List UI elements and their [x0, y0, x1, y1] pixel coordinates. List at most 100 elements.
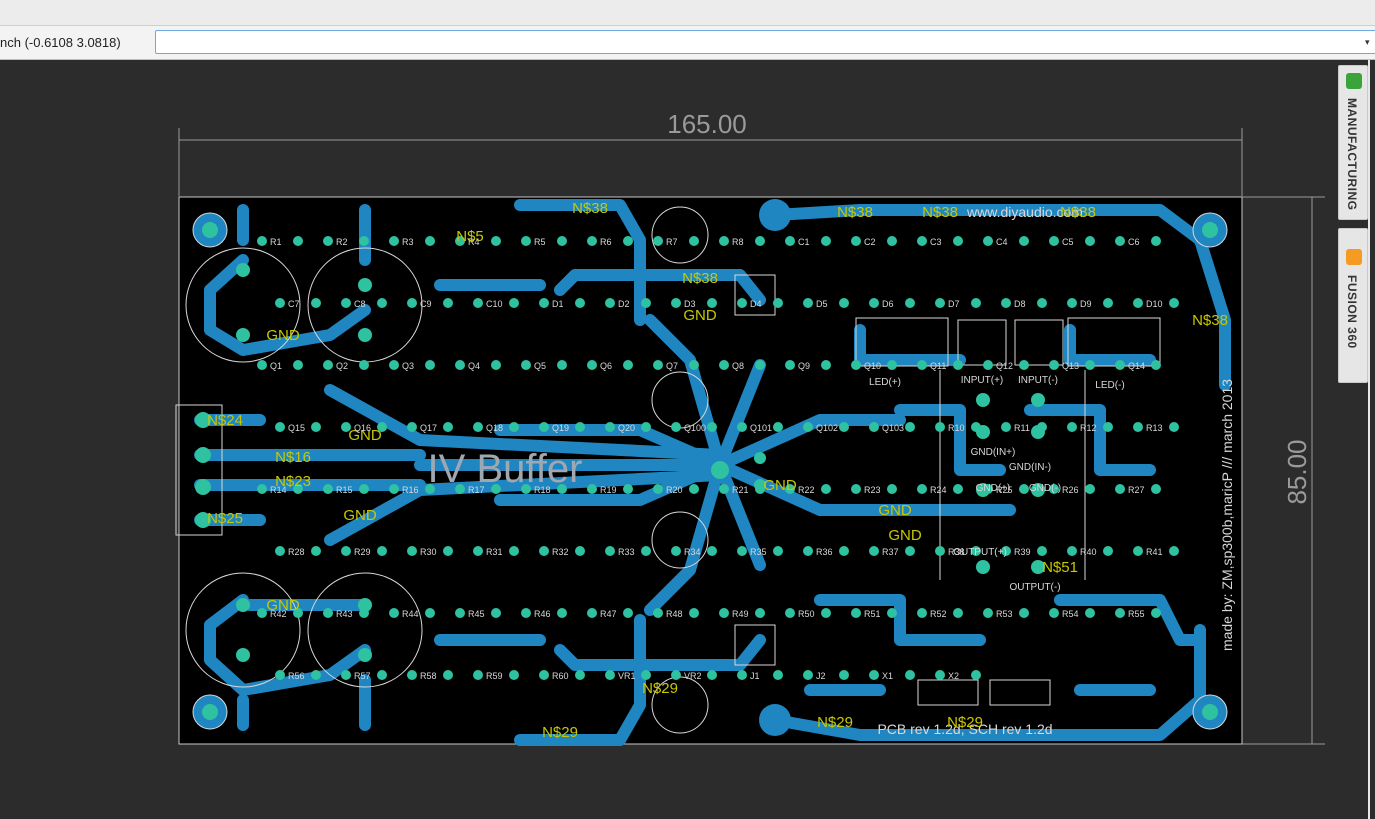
component-label: C8 — [354, 299, 366, 309]
component-pad — [1085, 484, 1095, 494]
component-pad — [707, 670, 717, 680]
component-pad — [773, 422, 783, 432]
component-label: Q10 — [864, 361, 881, 371]
component-label: Q8 — [732, 361, 744, 371]
component-label: R10 — [948, 423, 965, 433]
component-pad — [737, 422, 747, 432]
fusion-label: FUSION 360 — [1345, 275, 1359, 349]
net-label: N$29 — [817, 714, 853, 731]
component-pad — [1067, 546, 1077, 556]
fusion-panel-tab[interactable]: FUSION 360 — [1338, 228, 1368, 383]
component-pad — [521, 236, 531, 246]
component-pad — [953, 608, 963, 618]
component-pad — [257, 484, 267, 494]
component-pad — [587, 484, 597, 494]
component-pad — [917, 360, 927, 370]
component-pad — [839, 546, 849, 556]
net-label: N$24 — [207, 412, 243, 429]
board-canvas[interactable]: 165.00 85.00 IV Buffer www.diyaudio.com … — [0, 60, 1375, 819]
component-label: R6 — [600, 237, 612, 247]
component-pad — [311, 298, 321, 308]
component-label: R15 — [336, 485, 353, 495]
component-pad — [707, 546, 717, 556]
component-pad — [641, 546, 651, 556]
component-pad — [323, 484, 333, 494]
net-label: GND — [683, 307, 717, 324]
component-pad — [1103, 298, 1113, 308]
component-pad — [851, 360, 861, 370]
component-pad — [275, 298, 285, 308]
component-label: R55 — [1128, 609, 1145, 619]
component-pad — [821, 360, 831, 370]
component-pad — [1133, 298, 1143, 308]
component-pad — [755, 360, 765, 370]
component-pad — [473, 546, 483, 556]
component-label: R58 — [420, 671, 437, 681]
component-pad — [1169, 422, 1179, 432]
component-label: C10 — [486, 299, 503, 309]
component-pad — [491, 236, 501, 246]
component-pad — [1133, 422, 1143, 432]
panel-divider — [1368, 60, 1370, 819]
net-label: N$16 — [275, 449, 311, 466]
component-pad — [671, 422, 681, 432]
component-pad — [1037, 546, 1047, 556]
component-label: R60 — [552, 671, 569, 681]
component-pad — [1049, 608, 1059, 618]
component-pad — [605, 546, 615, 556]
component-pad — [359, 608, 369, 618]
component-pad — [917, 236, 927, 246]
component-label: VR1 — [618, 671, 636, 681]
component-pad — [1115, 484, 1125, 494]
component-pad — [719, 236, 729, 246]
component-pad — [1151, 360, 1161, 370]
chevron-down-icon[interactable]: ▾ — [1365, 37, 1370, 48]
component-label: D8 — [1014, 299, 1026, 309]
component-pad — [275, 670, 285, 680]
component-label: D10 — [1146, 299, 1163, 309]
component-label: R54 — [1062, 609, 1079, 619]
component-pad — [935, 298, 945, 308]
component-pad — [971, 298, 981, 308]
component-pad — [869, 422, 879, 432]
component-pad — [389, 236, 399, 246]
component-pad — [1103, 422, 1113, 432]
component-pad — [935, 670, 945, 680]
component-pad — [1115, 608, 1125, 618]
component-pad — [377, 670, 387, 680]
component-pad — [785, 608, 795, 618]
component-label: D3 — [684, 299, 696, 309]
manufacturing-panel-tab[interactable]: MANUFACTURING — [1338, 65, 1368, 220]
component-label: Q6 — [600, 361, 612, 371]
component-label: R11 — [1014, 423, 1030, 433]
component-pad — [737, 546, 747, 556]
component-label: C1 — [798, 237, 810, 247]
component-pad — [557, 236, 567, 246]
pin-label: OUTPUT(+) — [953, 547, 1007, 558]
net-label: N$25 — [207, 510, 243, 527]
height-dimension-label: 85.00 — [1282, 439, 1312, 504]
component-pad — [407, 422, 417, 432]
component-label: R53 — [996, 609, 1013, 619]
command-input[interactable] — [155, 30, 1375, 54]
component-pad — [425, 236, 435, 246]
component-pad — [455, 360, 465, 370]
component-pad — [983, 608, 993, 618]
net-label: N$29 — [642, 680, 678, 697]
pin-label: GND(-) — [1029, 483, 1061, 494]
component-label: J2 — [816, 671, 826, 681]
component-label: R14 — [270, 485, 287, 495]
component-pad — [935, 422, 945, 432]
component-pad — [293, 360, 303, 370]
component-pad — [851, 236, 861, 246]
component-pad — [1151, 484, 1161, 494]
component-label: R19 — [600, 485, 617, 495]
component-pad — [839, 422, 849, 432]
component-pad — [821, 484, 831, 494]
component-pad — [389, 360, 399, 370]
component-pad — [1169, 298, 1179, 308]
component-pad — [443, 298, 453, 308]
component-pad — [377, 298, 387, 308]
component-pad — [341, 298, 351, 308]
component-pad — [521, 360, 531, 370]
